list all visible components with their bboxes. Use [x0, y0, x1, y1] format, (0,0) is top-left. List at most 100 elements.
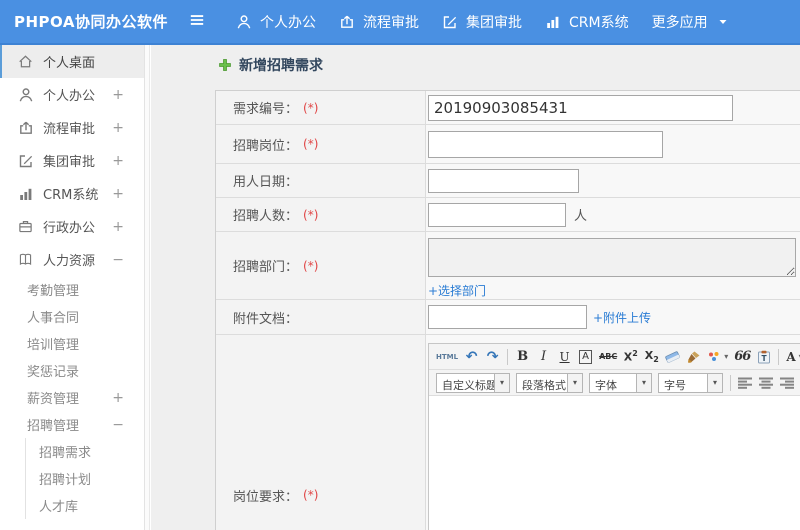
top-header: PHPOA协同办公软件 个人办公 流程审批 集团审批 CRM系统 更多应用 [0, 0, 800, 45]
chart-icon [545, 14, 561, 30]
toolbar-separator [507, 348, 509, 365]
label-text: 招聘部门： [233, 260, 299, 275]
toolbar-separator [730, 374, 731, 391]
required-mark: (*) [303, 137, 319, 151]
collapse-icon[interactable]: − [112, 417, 124, 433]
sidebar: 个人桌面 个人办公 + 流程审批 + 集团审批 + CRM系统 + 行政办公 + 人力资源 − 考勤管理人… [0, 45, 145, 530]
sidebar-item-label: 薪资管理 [27, 392, 80, 407]
field-label: 附件文档： [216, 300, 426, 334]
form-row-department: 招聘部门： (*) +选择部门 [216, 232, 800, 300]
sidebar-item[interactable]: 人力资源 − [0, 243, 144, 276]
paste-text-button[interactable]: T [754, 347, 773, 367]
nav-item[interactable]: 流程审批 [339, 12, 419, 32]
sidebar-item[interactable]: 薪资管理 + [0, 384, 144, 411]
color-palette-button[interactable]: ▾ [705, 347, 730, 367]
align-center-button[interactable] [757, 373, 776, 393]
sidebar-scrollbar[interactable] [145, 45, 150, 530]
eraser-button[interactable] [663, 347, 682, 367]
sidebar-item[interactable]: 个人办公 + [0, 78, 144, 111]
recruitment-request-form: 需求编号： (*) 招聘岗位： (*) 用人日期： [215, 90, 800, 530]
collapse-icon[interactable]: − [112, 252, 124, 268]
font-size-select[interactable]: 字号 ▾ [658, 372, 723, 393]
department-textarea[interactable] [428, 238, 796, 277]
expand-icon[interactable]: + [112, 390, 124, 406]
sidebar-item[interactable]: 人事合同 [0, 303, 144, 330]
sidebar-item[interactable]: 考勤管理 [0, 276, 144, 303]
select-department-link[interactable]: +选择部门 [428, 282, 486, 299]
request-number-input[interactable] [428, 94, 733, 121]
sidebar-item-label: 集团审批 [43, 155, 96, 170]
align-left-button[interactable] [736, 373, 755, 393]
field-label: 招聘岗位： (*) [216, 125, 426, 163]
hamburger-icon [188, 11, 206, 33]
redo-button[interactable]: ↷ [483, 347, 502, 367]
sidebar-item[interactable]: 培训管理 [0, 330, 144, 357]
expand-icon[interactable]: + [112, 219, 124, 235]
sidebar-item[interactable]: CRM系统 + [0, 177, 144, 210]
caret-down-icon: ▾ [567, 373, 582, 392]
align-right-button[interactable] [778, 373, 797, 393]
page-title: 新增招聘需求 [218, 55, 323, 75]
briefcase-icon [18, 219, 34, 235]
strikethrough-button[interactable]: ABC [597, 347, 619, 367]
app-title: PHPOA协同办公软件 [14, 13, 168, 31]
form-row-requirements: 岗位要求： (*) HTML↶↷BIUAABCX2X2▾66TA▾a 自定义标题… [216, 335, 800, 530]
label-text: 用人日期： [233, 175, 299, 190]
html-source-button[interactable]: HTML [434, 347, 460, 367]
superscript-button[interactable]: X2 [621, 347, 640, 367]
format-brush-button[interactable] [684, 347, 703, 367]
font-color-button[interactable]: A▾ [784, 347, 800, 367]
book-icon [18, 252, 34, 268]
sidebar-item[interactable]: 集团审批 + [0, 144, 144, 177]
required-mark: (*) [303, 488, 319, 502]
caret-down-icon [718, 17, 728, 27]
nav-item[interactable]: 更多应用 [652, 12, 728, 32]
sidebar-item[interactable]: 个人桌面 [0, 45, 144, 78]
sidebar-item[interactable]: 招聘管理 − [0, 411, 144, 438]
caret-down-icon: ▾ [636, 373, 651, 392]
editor-content-area[interactable] [429, 396, 800, 530]
field-label: 岗位要求： (*) [216, 335, 426, 530]
nav-item[interactable]: 个人办公 [236, 12, 316, 32]
sidebar-item[interactable]: 行政办公 + [0, 210, 144, 243]
hamburger-menu-button[interactable] [188, 11, 206, 33]
hire-date-input[interactable] [428, 168, 579, 193]
sidebar-item[interactable]: 招聘计划 [25, 465, 144, 492]
font-box-button[interactable]: A [576, 347, 595, 367]
editor-toolbar-row2: 自定义标题 ▾ 段落格式 ▾ 字体 ▾ 字号 ▾ [429, 370, 800, 396]
attachment-upload-link[interactable]: +附件上传 [593, 309, 651, 326]
italic-button[interactable]: I [534, 347, 553, 367]
edit-icon [18, 153, 34, 169]
subscript-button[interactable]: X2 [642, 347, 661, 367]
chart-icon [18, 186, 34, 202]
sidebar-item-label: 个人桌面 [43, 56, 96, 71]
sidebar-item[interactable]: 招聘需求 [25, 438, 144, 465]
headcount-input[interactable] [428, 202, 566, 227]
bold-button[interactable]: B [513, 347, 532, 367]
undo-button[interactable]: ↶ [462, 347, 481, 367]
position-input[interactable] [428, 130, 663, 158]
page-title-text: 新增招聘需求 [239, 58, 323, 74]
nav-item[interactable]: CRM系统 [545, 12, 629, 32]
underline-button[interactable]: U [555, 347, 574, 367]
expand-icon[interactable]: + [112, 120, 124, 136]
font-family-select[interactable]: 字体 ▾ [589, 372, 652, 393]
caret-down-icon: ▾ [494, 373, 509, 392]
paragraph-format-select[interactable]: 段落格式 ▾ [516, 372, 583, 393]
sidebar-item[interactable]: 奖惩记录 [0, 357, 144, 384]
nav-item[interactable]: 集团审批 [442, 12, 522, 32]
blockquote-button[interactable]: 66 [732, 347, 752, 367]
expand-icon[interactable]: + [112, 153, 124, 169]
expand-icon[interactable]: + [112, 186, 124, 202]
form-row-request-number: 需求编号： (*) [216, 91, 800, 125]
sidebar-item[interactable]: 流程审批 + [0, 111, 144, 144]
heading-select[interactable]: 自定义标题 ▾ [436, 372, 510, 393]
sidebar-item-label: CRM系统 [43, 188, 99, 203]
form-row-headcount: 招聘人数： (*) 人 [216, 198, 800, 232]
attachment-input[interactable] [428, 305, 587, 329]
field-label: 招聘部门： (*) [216, 232, 426, 299]
expand-icon[interactable]: + [112, 87, 124, 103]
nav-item-label: CRM系统 [569, 14, 629, 31]
flow-icon [339, 14, 355, 30]
sidebar-item[interactable]: 人才库 [25, 492, 144, 519]
